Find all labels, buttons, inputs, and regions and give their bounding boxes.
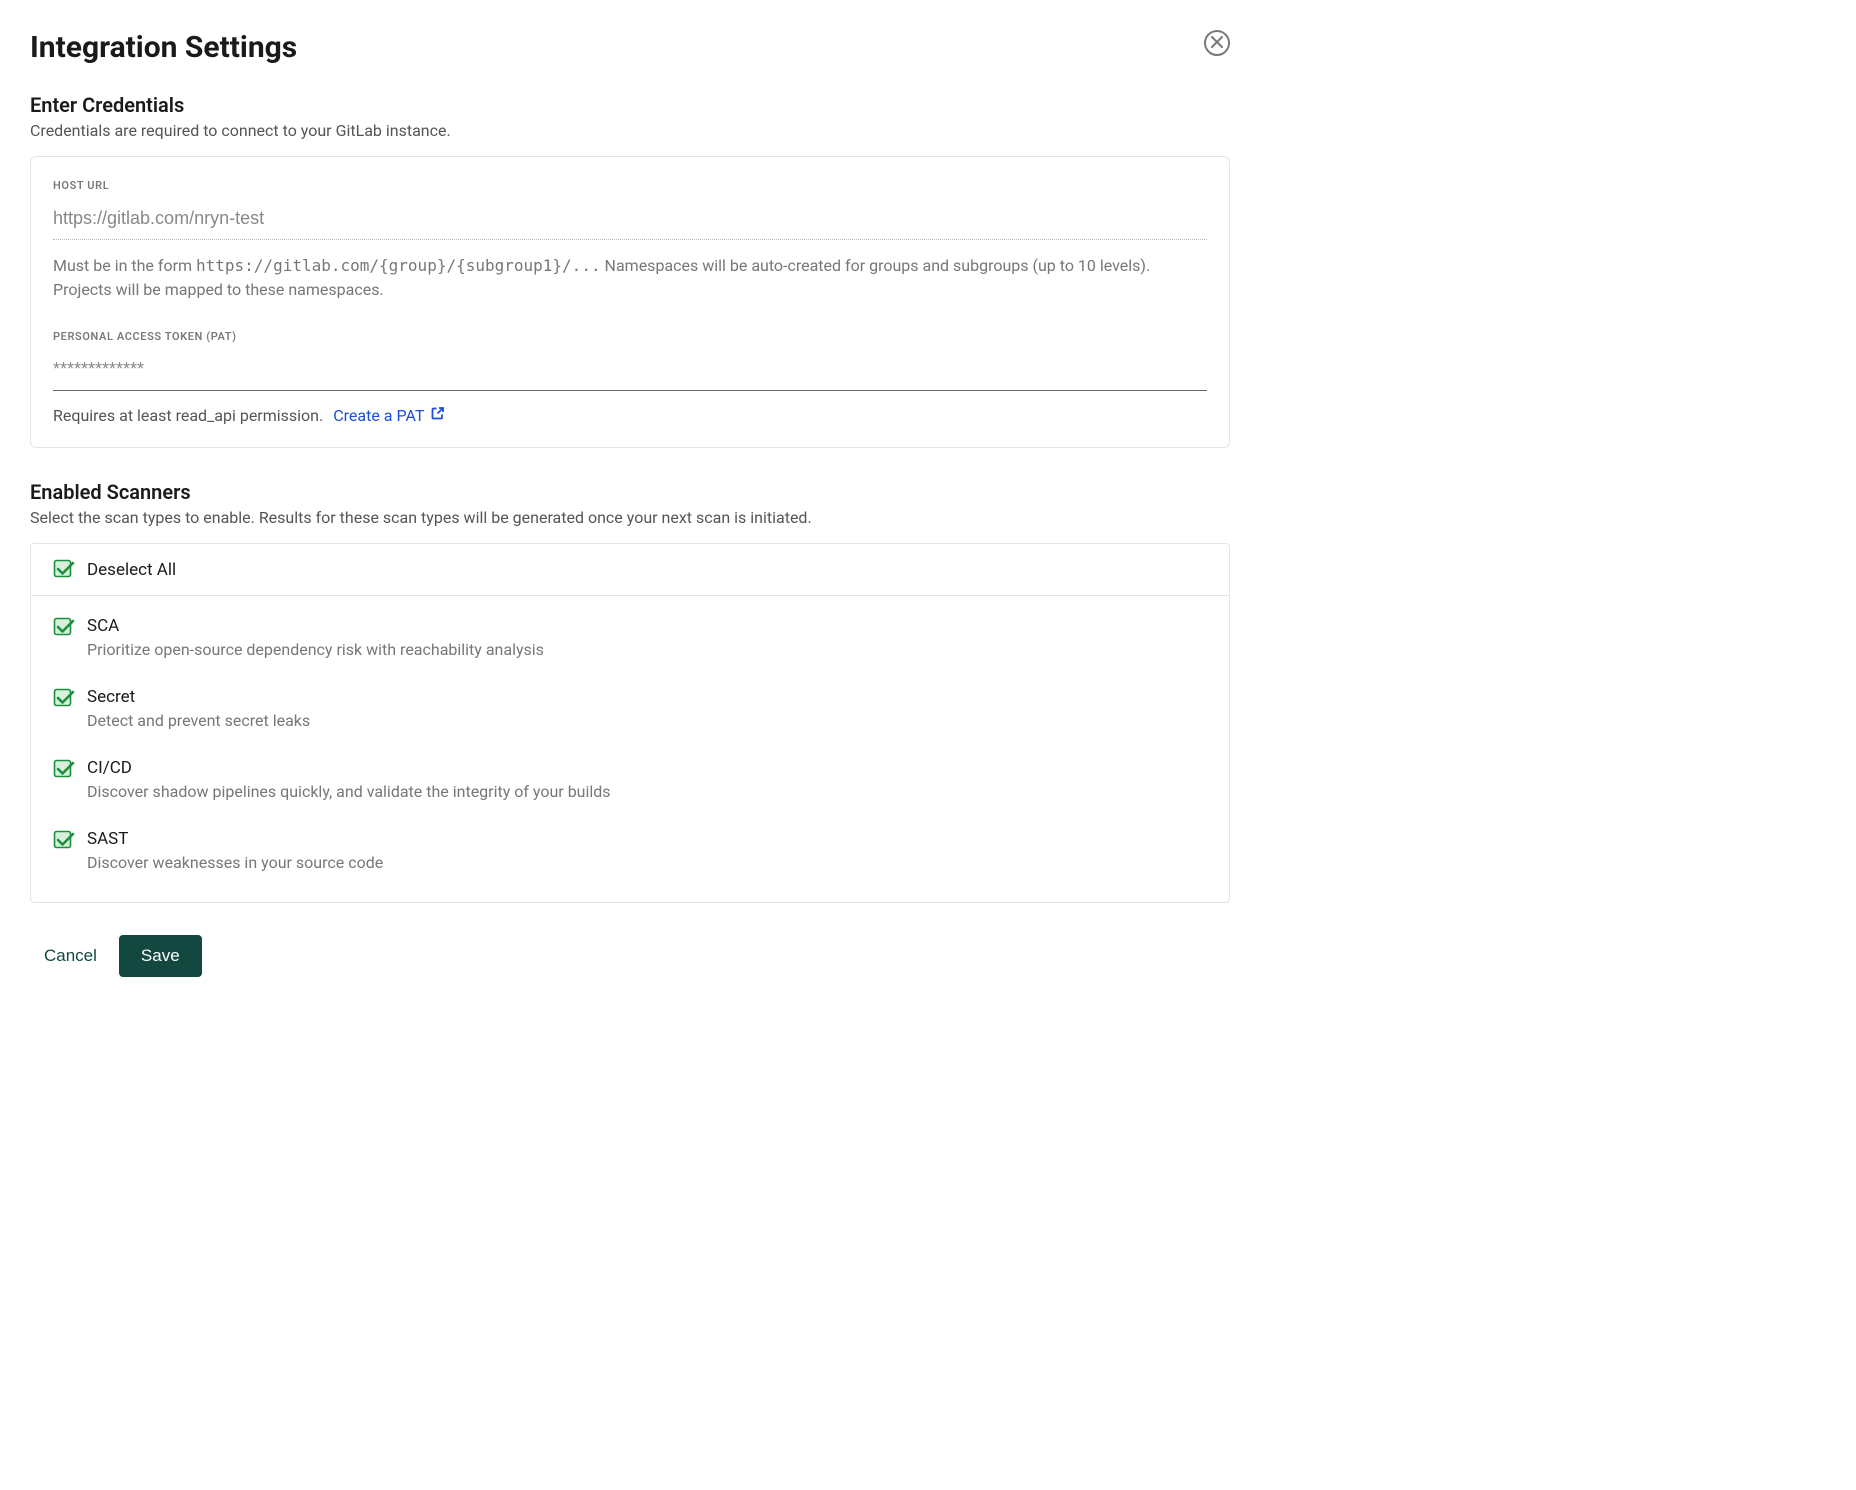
cancel-button[interactable]: Cancel xyxy=(44,936,97,976)
scanner-name: SCA xyxy=(87,616,1207,636)
save-button[interactable]: Save xyxy=(119,935,202,977)
scanner-row[interactable]: CI/CD Discover shadow pipelines quickly, … xyxy=(53,744,1207,815)
scanner-desc: Detect and prevent secret leaks xyxy=(87,711,1207,730)
checkbox-checked-icon[interactable] xyxy=(53,830,75,852)
scanner-row[interactable]: SCA Prioritize open-source dependency ris… xyxy=(53,602,1207,673)
scanner-desc: Discover shadow pipelines quickly, and v… xyxy=(87,782,1207,801)
scanner-name: CI/CD xyxy=(87,758,1207,778)
credentials-section-desc: Credentials are required to connect to y… xyxy=(30,121,1230,140)
checkbox-checked-icon[interactable] xyxy=(53,688,75,710)
scanner-desc: Discover weaknesses in your source code xyxy=(87,853,1207,872)
deselect-all-label: Deselect All xyxy=(87,560,176,580)
host-url-helper-code: https://gitlab.com/{group}/{subgroup1}/.… xyxy=(196,256,601,275)
close-icon xyxy=(1211,36,1223,51)
checkbox-checked-icon[interactable] xyxy=(53,617,75,639)
scanner-desc: Prioritize open-source dependency risk w… xyxy=(87,640,1207,659)
credentials-section-title: Enter Credentials xyxy=(30,93,1230,117)
pat-label: PERSONAL ACCESS TOKEN (PAT) xyxy=(53,330,1207,343)
host-url-label: HOST URL xyxy=(53,179,1207,192)
page-title: Integration Settings xyxy=(30,30,297,65)
scanners-card: Deselect All SCA Prioritize open-source d… xyxy=(30,543,1230,903)
pat-input[interactable] xyxy=(53,353,1207,391)
scanner-row[interactable]: SAST Discover weaknesses in your source c… xyxy=(53,815,1207,886)
create-pat-link-label: Create a PAT xyxy=(333,406,424,425)
scanner-name: Secret xyxy=(87,687,1207,707)
host-url-helper-prefix: Must be in the form xyxy=(53,256,196,275)
checkbox-checked-icon[interactable] xyxy=(53,759,75,781)
pat-helper-text: Requires at least read_api permission. xyxy=(53,406,323,425)
scanner-row[interactable]: Secret Detect and prevent secret leaks xyxy=(53,673,1207,744)
checkbox-checked-icon[interactable] xyxy=(53,559,75,581)
scanners-section-desc: Select the scan types to enable. Results… xyxy=(30,508,1230,527)
credentials-card: HOST URL Must be in the form https://git… xyxy=(30,156,1230,448)
deselect-all-row[interactable]: Deselect All xyxy=(31,544,1229,596)
host-url-helper: Must be in the form https://gitlab.com/{… xyxy=(53,254,1207,302)
close-button[interactable] xyxy=(1204,30,1230,56)
external-link-icon xyxy=(430,405,446,425)
scanners-section-title: Enabled Scanners xyxy=(30,480,1230,504)
create-pat-link[interactable]: Create a PAT xyxy=(333,405,446,425)
scanner-name: SAST xyxy=(87,829,1207,849)
host-url-input[interactable] xyxy=(53,202,1207,240)
